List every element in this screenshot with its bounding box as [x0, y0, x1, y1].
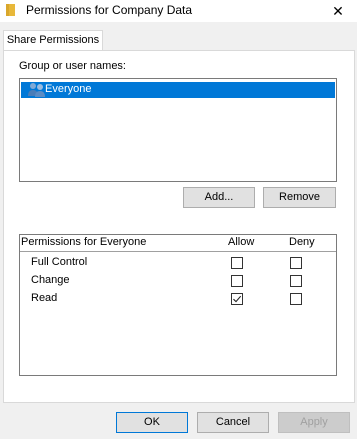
tab-page: Group or user names: Everyone Add... Rem…: [3, 50, 355, 403]
deny-checkbox-read[interactable]: [290, 293, 302, 305]
permission-row-label: Read: [31, 292, 58, 304]
allow-column-header: Allow: [228, 236, 255, 248]
allow-checkbox-change[interactable]: [231, 275, 243, 287]
permissions-title: Permissions for Everyone: [21, 236, 147, 248]
remove-button[interactable]: Remove: [263, 187, 336, 208]
group-names-list[interactable]: Everyone: [19, 78, 337, 182]
tab-share-permissions[interactable]: Share Permissions: [3, 30, 103, 51]
permissions-header: Permissions for Everyone Allow Deny: [20, 235, 336, 252]
deny-checkbox-change[interactable]: [290, 275, 302, 287]
close-icon[interactable]: ✕: [329, 2, 347, 20]
deny-column-header: Deny: [289, 236, 315, 248]
add-button[interactable]: Add...: [183, 187, 255, 208]
deny-checkbox-full-control[interactable]: [290, 257, 302, 269]
window-title: Permissions for Company Data: [26, 3, 193, 17]
cancel-button[interactable]: Cancel: [197, 412, 269, 433]
users-icon: [28, 83, 45, 97]
list-item[interactable]: Everyone: [21, 82, 335, 98]
apply-button[interactable]: Apply: [278, 412, 350, 433]
permission-row-label: Full Control: [31, 256, 88, 268]
check-icon: [233, 295, 242, 303]
group-names-label: Group or user names:: [19, 60, 126, 72]
tab-strip: Share Permissions: [0, 22, 357, 51]
permissions-table: Permissions for Everyone Allow Deny Full…: [19, 234, 337, 376]
folder-icon: [6, 4, 15, 16]
permission-row-label: Change: [31, 274, 70, 286]
list-item-label: Everyone: [45, 83, 92, 95]
allow-checkbox-full-control[interactable]: [231, 257, 243, 269]
title-bar: Permissions for Company Data ✕: [0, 0, 357, 22]
ok-button[interactable]: OK: [116, 412, 188, 433]
allow-checkbox-read[interactable]: [231, 293, 243, 305]
